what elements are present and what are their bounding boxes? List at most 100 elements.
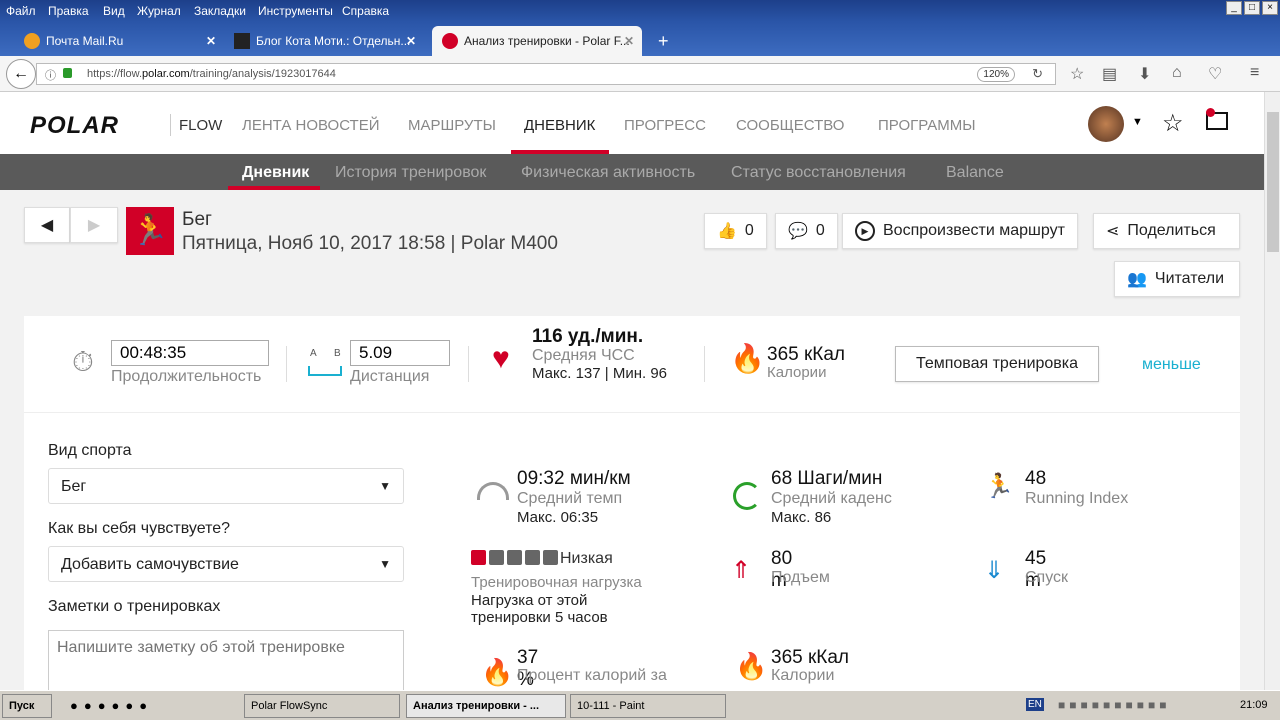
calories-value: 365 кКал (767, 344, 846, 365)
scrollbar-thumb[interactable] (1267, 112, 1279, 252)
menu-history[interactable]: Журнал (137, 4, 181, 18)
previous-training-button[interactable]: ◀ (24, 207, 70, 243)
nav-programs[interactable]: ПРОГРАММЫ (878, 117, 976, 134)
back-button[interactable]: ← (6, 59, 36, 89)
next-training-button[interactable]: ▶ (70, 207, 118, 243)
share-button[interactable]: ⋖ Поделиться (1093, 213, 1240, 249)
tempo-training-button[interactable]: Темповая тренировка (895, 346, 1099, 382)
thumbs-up-icon: 👍 (717, 223, 737, 240)
menu-tools[interactable]: Инструменты (258, 4, 333, 18)
menu-help[interactable]: Справка (342, 4, 389, 18)
tray-icons[interactable]: ■■■■■■■■■■ (1058, 698, 1170, 712)
clock: 21:09 (1240, 699, 1268, 711)
menu-file[interactable]: Файл (6, 4, 36, 18)
page-scrollbar[interactable] (1264, 92, 1280, 690)
menu-view[interactable]: Вид (103, 4, 125, 18)
distance-field[interactable]: 5.09 (350, 340, 450, 366)
navigation-bar: ← ⓘ https://flow.polar.com/training/anal… (0, 56, 1280, 92)
reading-list-icon[interactable]: ▤ (1102, 64, 1117, 84)
play-icon: ▶ (855, 221, 875, 241)
ascent-icon: ⇑ (731, 557, 752, 584)
favorites-star-icon[interactable]: ☆ (1162, 109, 1184, 138)
url-bar[interactable]: ⓘ https://flow.polar.com/training/analys… (36, 63, 1056, 85)
play-route-button[interactable]: ▶ Воспроизвести маршрут (842, 213, 1078, 249)
taskbar-flowsync[interactable]: Polar FlowSync (244, 694, 400, 718)
like-button[interactable]: 👍 0 (704, 213, 767, 249)
new-tab-button[interactable]: + (648, 26, 679, 56)
polar-favicon-icon (442, 33, 458, 49)
training-datetime: Пятница, Нояб 10, 2017 18:58 | Polar M40… (182, 233, 558, 254)
taskbar-paint[interactable]: 10-111 - Paint (570, 694, 726, 718)
tab-mail[interactable]: Почта Mail.Ru ✕ (14, 26, 224, 56)
duration-field[interactable]: 00:48:35 (111, 340, 269, 366)
quick-launch-icons[interactable]: ●●●●●● (70, 698, 153, 713)
nav-news[interactable]: ЛЕНТА НОВОСТЕЙ (242, 117, 379, 134)
language-indicator[interactable]: EN (1026, 698, 1044, 711)
heart-icon: ♥ (492, 342, 510, 375)
flame-icon: 🔥 (735, 651, 768, 681)
home-icon[interactable]: ⌂ (1172, 64, 1182, 82)
load-segment (471, 550, 486, 565)
start-button[interactable]: Пуск (2, 694, 52, 718)
distance-point-a: A (310, 348, 317, 359)
download-icon[interactable]: ⬇ (1138, 64, 1151, 84)
close-tab-icon[interactable]: ✕ (624, 34, 634, 48)
pocket-icon[interactable]: ♡ (1208, 64, 1222, 84)
polar-logo[interactable]: POLAR (30, 112, 119, 140)
nav-progress[interactable]: ПРОГРЕСС (624, 117, 706, 134)
close-tab-icon[interactable]: ✕ (406, 34, 416, 48)
sport-select[interactable]: Бег ▼ (48, 468, 404, 504)
info-icon[interactable]: ⓘ (45, 67, 56, 83)
taskbar-firefox[interactable]: Анализ тренировки - ... (406, 694, 566, 718)
avg-hr-label: Средняя ЧСС (532, 347, 635, 364)
tab-polar[interactable]: Анализ тренировки - Polar F... ✕ (432, 26, 642, 56)
subnav-diary[interactable]: Дневник (242, 164, 309, 182)
subnav-balance[interactable]: Balance (946, 164, 1004, 182)
tab-blog[interactable]: Блог Кота Моти.: Отдельн... ✕ (224, 26, 424, 56)
notification-dot (1206, 108, 1215, 117)
minimize-button[interactable]: _ (1226, 1, 1242, 15)
hamburger-menu-icon[interactable]: ≡ (1250, 64, 1259, 82)
distance-label: Дистанция (350, 368, 430, 385)
reload-icon[interactable]: ↻ (1032, 66, 1043, 82)
sport-label: Вид спорта (48, 442, 132, 459)
load-segment (507, 550, 522, 565)
nav-diary[interactable]: ДНЕВНИК (524, 117, 595, 134)
speedometer-icon (477, 482, 509, 500)
load-segment (525, 550, 540, 565)
close-window-button[interactable]: × (1262, 1, 1278, 15)
duration-label: Продолжительность (111, 368, 262, 385)
maximize-button[interactable]: □ (1244, 1, 1260, 15)
menu-bookmarks[interactable]: Закладки (194, 4, 246, 18)
subnav-active-indicator (228, 186, 320, 190)
running-index-icon: 🏃 (984, 473, 1014, 500)
chevron-down-icon[interactable]: ▼ (1132, 116, 1143, 128)
flow-label: FLOW (170, 114, 222, 136)
feeling-label: Как вы себя чувствуете? (48, 520, 231, 537)
training-load-bar (471, 550, 558, 565)
load-segment (489, 550, 504, 565)
comment-icon: 💬 (788, 223, 808, 240)
nav-routes[interactable]: МАРШРУТЫ (408, 117, 496, 134)
descent-icon: ⇓ (984, 557, 1005, 584)
subnav-recovery[interactable]: Статус восстановления (731, 164, 906, 182)
avatar[interactable] (1088, 106, 1124, 142)
distance-point-b: B (334, 348, 341, 359)
followers-button[interactable]: 👥 Читатели (1114, 261, 1240, 297)
less-link[interactable]: меньше (1142, 356, 1201, 374)
menu-edit[interactable]: Правка (48, 4, 89, 18)
zoom-level[interactable]: 120% (977, 67, 1015, 82)
subnav-activity[interactable]: Физическая активность (521, 164, 695, 182)
cadence-icon (733, 482, 761, 510)
close-tab-icon[interactable]: ✕ (206, 34, 216, 48)
hr-minmax: Макс. 137 | Мин. 96 (532, 365, 668, 382)
sub-navigation: Дневник История тренировок Физическая ак… (0, 154, 1264, 190)
bookmark-star-icon[interactable]: ☆ (1070, 64, 1084, 84)
subnav-history[interactable]: История тренировок (335, 164, 486, 182)
feeling-select[interactable]: Добавить самочувствие ▼ (48, 546, 404, 582)
ruler-icon (308, 366, 342, 376)
taskbar: Пуск ●●●●●● Polar FlowSync Анализ тренир… (0, 690, 1280, 720)
comments-button[interactable]: 💬 0 (775, 213, 838, 249)
nav-community[interactable]: СООБЩЕСТВО (736, 117, 844, 134)
menu-bar: Файл Правка Вид Журнал Закладки Инструме… (0, 0, 1280, 22)
